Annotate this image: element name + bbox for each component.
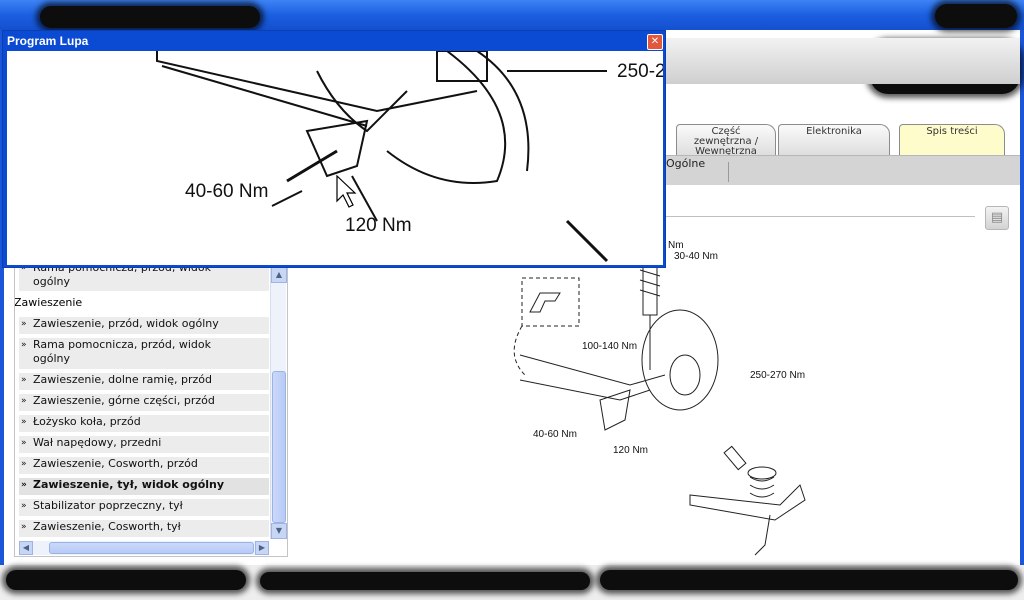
tree-item-label: Wał napędowy, przedni	[33, 436, 162, 449]
tab-label: Spis treści	[926, 126, 978, 137]
magnified-label-top: 250-2	[617, 61, 663, 82]
tree-item[interactable]: » Zawieszenie, przód, widok ogólny	[19, 317, 269, 334]
inset-frame	[521, 277, 580, 327]
rear-trailing-arm	[754, 514, 771, 556]
label-hub: 250-270 Nm	[750, 370, 805, 381]
redaction-mark-bottom-right	[600, 570, 1018, 590]
tree-item[interactable]: » Stabilizator poprzeczny, tył	[19, 499, 269, 516]
tab-label: Elektronika	[806, 126, 862, 137]
scroll-up-button[interactable]: ▲	[271, 267, 287, 283]
magnified-diagram: 250-2 40-60 Nm 120 Nm	[156, 51, 663, 263]
bullet-icon: »	[21, 319, 27, 329]
magnified-bracket	[305, 119, 369, 178]
bullet-icon: »	[21, 522, 27, 532]
tree-item-label: Zawieszenie, przód, widok ogólny	[33, 317, 219, 330]
magnifier-close-button[interactable]: ✕	[647, 34, 663, 50]
print-button[interactable]: ▤	[985, 206, 1009, 230]
label-lower-left: 40-60 Nm	[533, 429, 577, 440]
bullet-icon: »	[21, 417, 27, 427]
tab-elektronika[interactable]: Elektronika	[778, 124, 890, 155]
toolbar-band	[665, 38, 1020, 84]
scroll-down-button[interactable]: ▼	[271, 523, 287, 539]
rear-spring-top	[747, 466, 777, 480]
close-icon: ✕	[650, 36, 660, 47]
magnified-label-left: 40-60 Nm	[185, 181, 268, 202]
bullet-icon: »	[21, 480, 27, 490]
label-shock-top: 30-40 Nm	[674, 251, 718, 262]
inset-leader	[513, 325, 526, 376]
subbar-ogolne-link[interactable]: Ogólne	[666, 157, 705, 170]
inset-bracket	[529, 292, 561, 313]
tree-section-zawieszenie[interactable]: Zawieszenie	[15, 296, 270, 310]
rear-shock	[723, 445, 747, 471]
label-lower-bottom: 120 Nm	[613, 445, 648, 456]
tree-item-label: Zawieszenie, Cosworth, tył	[33, 520, 181, 533]
tab-czesc-zewnetrzna[interactable]: Część zewnętrzna / Wewnętrzna	[676, 124, 776, 157]
tree-item[interactable]: » Zawieszenie, górne części, przód	[19, 394, 269, 411]
tree-item-label: Zawieszenie, dolne ramię, przód	[33, 373, 212, 386]
magnified-rear-shock	[565, 219, 609, 263]
sidebar-vertical-scrollbar[interactable]: ▲ ▼	[270, 267, 287, 539]
tree-item-label: Zawieszenie, Cosworth, przód	[33, 457, 198, 470]
tree-item-label: Zawieszenie, tył, widok ogólny	[33, 478, 225, 491]
tree-item-label: Rama pomocnicza, przód, widok ogólny	[33, 338, 212, 365]
wheel-disc	[641, 309, 719, 411]
tree-item-label-line2: ogólny	[33, 275, 70, 288]
magnifier-title: Program Lupa	[7, 34, 89, 48]
tree-item-selected[interactable]: » Zawieszenie, tył, widok ogólny	[19, 478, 269, 495]
scroll-thumb-horizontal[interactable]	[49, 542, 254, 554]
scroll-left-button[interactable]: ◀	[19, 541, 33, 555]
magnified-hub	[436, 51, 488, 82]
magnified-label-bottom: 120 Nm	[345, 215, 412, 236]
magnified-wheel-rim	[476, 51, 530, 172]
tree-item[interactable]: » Zawieszenie, Cosworth, przód	[19, 457, 269, 474]
magnified-subframe-upper	[156, 51, 478, 113]
rear-spring	[749, 476, 775, 498]
magnifier-view: 250-2 40-60 Nm 120 Nm	[7, 51, 663, 265]
lower-arm-bracket	[599, 389, 631, 431]
bullet-icon: »	[21, 459, 27, 469]
subbar-separator	[728, 162, 729, 182]
tree-item-label: Zawieszenie, górne części, przód	[33, 394, 215, 407]
magnified-bolt	[286, 149, 338, 183]
bullet-icon: »	[21, 501, 27, 511]
tree-item[interactable]: » Zawieszenie, dolne ramię, przód	[19, 373, 269, 390]
redaction-mark-bottom-center	[260, 572, 590, 590]
magnified-subframe-middle	[161, 65, 368, 127]
magnified-leader-left	[271, 190, 303, 207]
tree-item-label: Stabilizator poprzeczny, tył	[33, 499, 183, 512]
sidebar-horizontal-scrollbar[interactable]: ◀ ▶	[19, 541, 269, 555]
bullet-icon: »	[21, 375, 27, 385]
label-nm: Nm	[668, 240, 684, 251]
label-upper-arm: 100-140 Nm	[582, 341, 637, 352]
cursor-icon	[336, 174, 357, 208]
scroll-thumb[interactable]	[272, 371, 286, 523]
bullet-icon: »	[21, 396, 27, 406]
bullet-icon: »	[21, 438, 27, 448]
printer-icon: ▤	[990, 210, 1004, 225]
sidebar-tree: » Rama pomocnicza, przód, widok ogólny Z…	[14, 262, 288, 557]
window-frame-right	[1020, 30, 1024, 600]
tree-item[interactable]: » Rama pomocnicza, przód, widok ogólny	[19, 338, 269, 369]
tree-item[interactable]: » Łożysko koła, przód	[19, 415, 269, 432]
tree-item[interactable]: » Wał napędowy, przedni	[19, 436, 269, 453]
redaction-mark-top-right	[935, 4, 1017, 28]
wheel-hub	[669, 354, 701, 396]
redaction-mark-title	[40, 6, 260, 28]
subframe-upper	[519, 354, 666, 386]
scroll-right-button[interactable]: ▶	[255, 541, 269, 555]
tree-item-label: Łożysko koła, przód	[33, 415, 141, 428]
tree-item[interactable]: » Zawieszenie, Cosworth, tył	[19, 520, 269, 537]
redaction-mark-bottom-left	[6, 570, 246, 590]
tab-spis-tresci[interactable]: Spis treści	[899, 124, 1005, 155]
rear-axle-beam	[689, 484, 806, 521]
bullet-icon: »	[21, 340, 27, 350]
magnifier-window[interactable]: Program Lupa ✕ 250-2 40-60 Nm 120 Nm	[2, 30, 666, 268]
